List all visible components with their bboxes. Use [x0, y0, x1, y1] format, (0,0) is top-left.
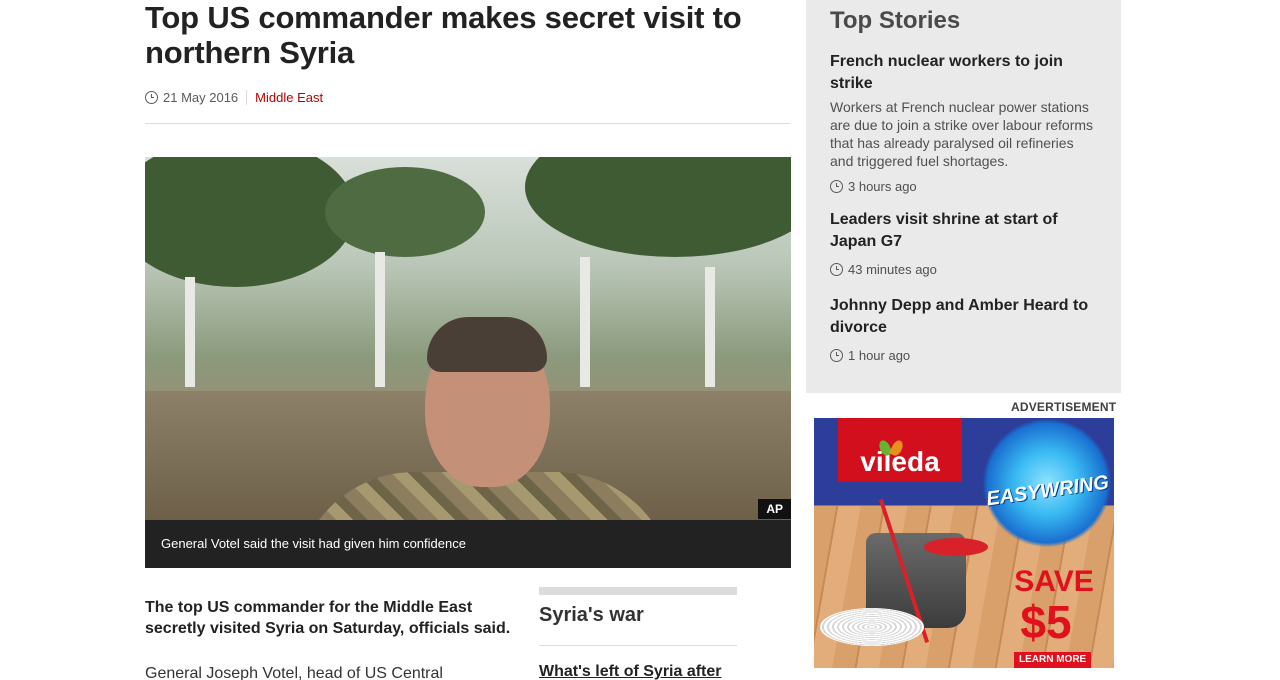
clock-icon: [145, 91, 158, 104]
section-link[interactable]: Middle East: [255, 90, 323, 105]
advertisement-label: ADVERTISEMENT: [1011, 400, 1117, 414]
story-timestamp: 43 minutes ago: [830, 262, 1100, 277]
ad-learn-more-button[interactable]: LEARN MORE: [1014, 652, 1092, 668]
related-title[interactable]: Syria's war: [539, 604, 644, 627]
story-time-text: 43 minutes ago: [848, 262, 937, 277]
bucket-wringer-icon: [924, 538, 988, 556]
story-time-text: 1 hour ago: [848, 348, 911, 363]
header-divider: [145, 123, 790, 124]
top-stories-panel: Top Stories French nuclear workers to jo…: [806, 0, 1121, 393]
photo-tree: [325, 167, 485, 257]
photo-credit: AP: [758, 499, 791, 519]
photo-tree-trunk: [580, 257, 590, 387]
story-title[interactable]: Johnny Depp and Amber Heard to divorce: [830, 295, 1100, 339]
story-item[interactable]: Johnny Depp and Amber Heard to divorce 1…: [830, 295, 1100, 363]
story-timestamp: 3 hours ago: [830, 179, 1100, 194]
meta-divider: [246, 90, 248, 105]
article-photo: AP: [145, 157, 791, 521]
story-time-text: 3 hours ago: [848, 179, 917, 194]
story-item[interactable]: French nuclear workers to join strike Wo…: [830, 51, 1100, 194]
story-summary: Workers at French nuclear power stations…: [830, 99, 1094, 169]
article-headline: Top US commander makes secret visit to n…: [145, 0, 742, 70]
story-timestamp: 1 hour ago: [830, 348, 1100, 363]
top-stories-heading: Top Stories: [830, 7, 961, 34]
photo-tree: [145, 157, 355, 287]
story-title[interactable]: French nuclear workers to join strike: [830, 51, 1100, 95]
photo-caption: General Votel said the visit had given h…: [145, 520, 791, 568]
article-date: 21 May 2016: [163, 90, 239, 105]
clock-icon: [830, 263, 843, 276]
photo-tree-trunk: [375, 252, 385, 387]
photo-tree-trunk: [185, 277, 195, 387]
related-top-bar: [539, 587, 737, 595]
article-meta: 21 May 2016 Middle East: [145, 90, 323, 105]
story-title[interactable]: Leaders visit shrine at start of Japan G…: [830, 209, 1100, 253]
article-intro: The top US commander for the Middle East…: [145, 599, 511, 637]
related-divider: [539, 645, 737, 646]
soldier-hair: [427, 317, 547, 372]
mop-head-icon: [820, 608, 924, 646]
advertisement-banner[interactable]: vileda EASYWRING SAVE $5 LEARN MORE: [814, 418, 1114, 668]
ad-amount: $5: [1020, 596, 1072, 648]
related-link[interactable]: What's left of Syria after: [539, 663, 737, 680]
photo-tree: [525, 157, 791, 257]
article-body: General Joseph Votel, head of US Central: [145, 665, 443, 680]
story-item[interactable]: Leaders visit shrine at start of Japan G…: [830, 209, 1100, 277]
clock-icon: [830, 349, 843, 362]
photo-tree-trunk: [705, 267, 715, 387]
clock-icon: [830, 180, 843, 193]
